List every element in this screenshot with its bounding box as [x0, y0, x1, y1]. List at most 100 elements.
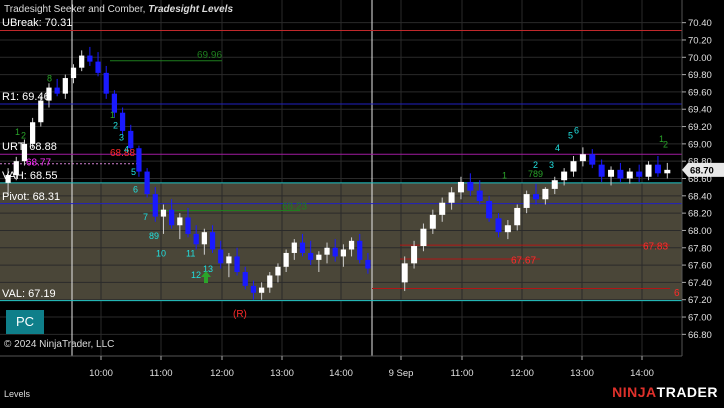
count-label: 4 — [124, 145, 129, 155]
time-tick-label: 9 Sep — [389, 368, 414, 379]
candle-body[interactable] — [514, 207, 521, 226]
count-label: 1 — [15, 127, 20, 137]
candle-body[interactable] — [486, 201, 493, 219]
candle-body[interactable] — [152, 194, 158, 217]
candle-body[interactable] — [476, 190, 483, 202]
candle-body[interactable] — [645, 164, 652, 177]
candle-body[interactable] — [308, 252, 314, 260]
candle-body[interactable] — [258, 287, 265, 293]
candle-body[interactable] — [316, 254, 322, 260]
candle-body[interactable] — [267, 275, 273, 288]
candle-body[interactable] — [177, 217, 183, 226]
levels-tab[interactable]: Levels — [4, 389, 30, 399]
candle-body[interactable] — [283, 252, 289, 267]
candle-body[interactable] — [608, 169, 615, 177]
candle-body[interactable] — [561, 171, 568, 181]
candle-body[interactable] — [299, 242, 306, 253]
candle-body[interactable] — [542, 188, 549, 200]
candle-body[interactable] — [664, 169, 671, 174]
candle-body[interactable] — [617, 169, 624, 179]
candle-body[interactable] — [209, 232, 216, 250]
candle-body[interactable] — [636, 171, 643, 177]
candle-body[interactable] — [38, 100, 44, 123]
count-label: 1 — [110, 110, 115, 120]
candle-body[interactable] — [185, 217, 191, 234]
count-label: 10 — [156, 248, 166, 258]
candle-body[interactable] — [365, 259, 371, 269]
candle-body[interactable] — [54, 87, 60, 94]
level-label-r1: R1: 69.46 — [2, 91, 50, 104]
count-label: 1 — [502, 171, 507, 181]
time-tick-label: 12:00 — [210, 368, 234, 379]
candle-body[interactable] — [551, 180, 558, 189]
candle-body[interactable] — [144, 171, 150, 195]
price-axis[interactable]: 70.40 70.20 70.00 69.80 69.60 69.40 69.20 69.00… — [681, 0, 724, 356]
pc-button[interactable]: PC — [6, 310, 44, 334]
candle-body[interactable] — [70, 67, 77, 79]
candle-body[interactable] — [429, 214, 436, 229]
candle-body[interactable] — [332, 247, 338, 257]
candle-body[interactable] — [439, 202, 446, 215]
candle-body[interactable] — [242, 272, 248, 286]
price-tick-label: 68.20 — [688, 209, 712, 220]
time-tick-label: 13:00 — [570, 368, 594, 379]
candle-body[interactable] — [95, 61, 101, 73]
candle-body[interactable] — [234, 256, 240, 273]
candle-body[interactable] — [218, 249, 224, 264]
level-label-urt: URT: 68.88 — [2, 141, 57, 154]
candle-body[interactable] — [357, 240, 363, 260]
candle-body[interactable] — [226, 256, 232, 264]
levels-indicator-name: Tradesight Levels — [148, 4, 234, 15]
candle-body[interactable] — [79, 55, 85, 68]
candle-body[interactable] — [62, 78, 68, 94]
time-axis[interactable]: 10:00 11:00 12:00 13:00 14:00 9 Sep 11:00 12:00… — [0, 355, 682, 379]
price-tick-label: 70.20 — [688, 35, 712, 46]
candle-body[interactable] — [532, 194, 540, 200]
candle-body[interactable] — [348, 240, 355, 250]
time-tick-label: 10:00 — [89, 368, 113, 379]
candle-body[interactable] — [275, 266, 281, 276]
brand-prefix: NINJA — [612, 384, 657, 400]
count-label: 13 — [203, 264, 213, 274]
value-label: 6 — [674, 288, 680, 299]
candle-body[interactable] — [119, 112, 126, 131]
candle-body[interactable] — [579, 154, 586, 162]
candle-body[interactable] — [570, 161, 577, 172]
candle-body[interactable] — [495, 218, 502, 233]
count-label: 6 — [133, 184, 138, 194]
candle-body[interactable] — [448, 192, 455, 203]
candle-body[interactable] — [291, 242, 297, 253]
price-tick-label: 69.00 — [688, 139, 712, 150]
candle-body[interactable] — [401, 263, 408, 283]
time-tick-label: 13:00 — [270, 368, 294, 379]
price-tick-label: 67.60 — [688, 261, 712, 272]
candle-body[interactable] — [193, 233, 199, 245]
price-tick-label: 68.00 — [688, 226, 712, 237]
count-label: 789 — [528, 169, 543, 179]
level-label-vah: VAH: 68.55 — [2, 169, 58, 182]
candle-body[interactable] — [504, 225, 511, 233]
candle-body[interactable] — [598, 164, 605, 177]
candle-body[interactable] — [457, 181, 464, 193]
candle-body[interactable] — [589, 154, 596, 165]
candle-body[interactable] — [160, 209, 167, 217]
candle-body[interactable] — [626, 171, 633, 179]
candle-body[interactable] — [250, 285, 257, 293]
candle-body[interactable] — [340, 249, 346, 257]
candle-body[interactable] — [654, 164, 661, 174]
candle-body[interactable] — [420, 228, 427, 247]
value-label: (R) — [233, 309, 247, 320]
candle-body[interactable] — [201, 232, 207, 245]
candle-body[interactable] — [324, 247, 330, 255]
candle-body[interactable] — [87, 55, 93, 62]
candle-body[interactable] — [411, 246, 418, 264]
candle-body[interactable] — [169, 209, 175, 226]
level-label-val: VAL: 67.19 — [2, 287, 56, 300]
candle-body[interactable] — [467, 181, 474, 191]
candle-body[interactable] — [523, 194, 530, 208]
time-tick-label: 14:00 — [630, 368, 654, 379]
price-tick-label: 69.80 — [688, 70, 712, 81]
candle-body[interactable] — [136, 148, 142, 172]
candle-body[interactable] — [103, 72, 109, 94]
price-tick-label: 70.00 — [688, 53, 712, 64]
